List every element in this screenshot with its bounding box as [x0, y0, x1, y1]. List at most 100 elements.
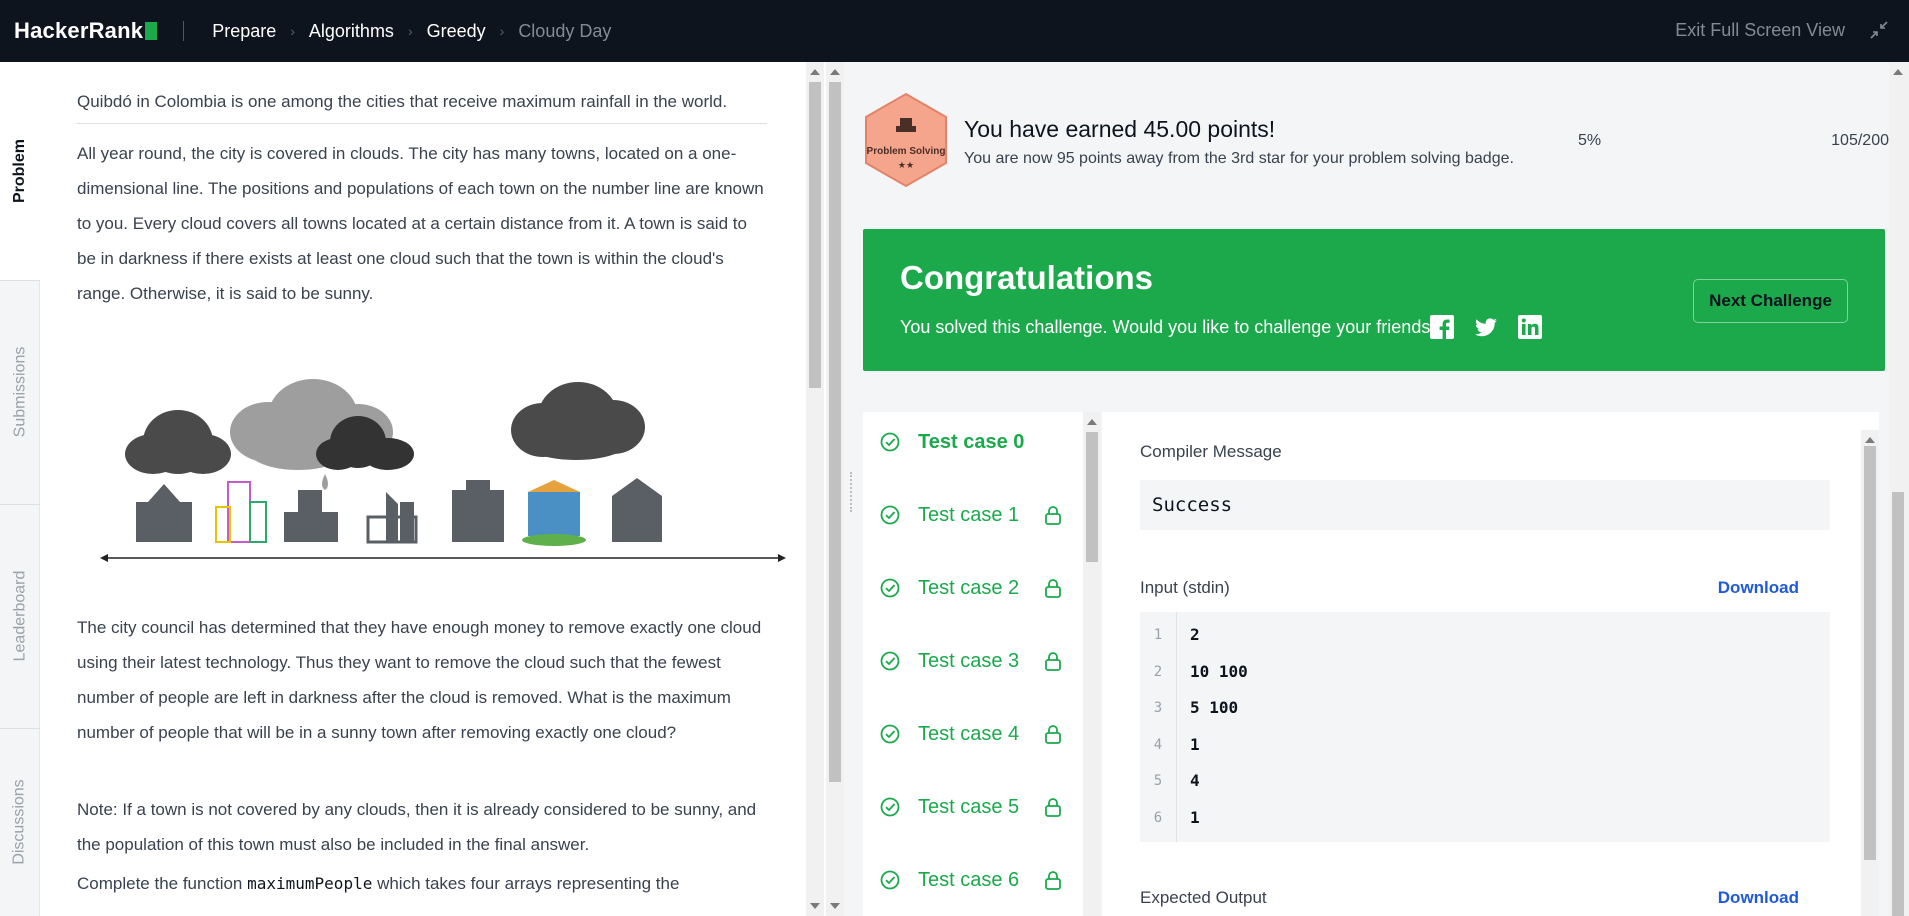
- line-value: 5 100: [1190, 698, 1239, 717]
- download-expected-link[interactable]: Download: [1718, 888, 1799, 908]
- check-circle-icon: [880, 797, 900, 817]
- detail-scrollbar[interactable]: [1861, 430, 1879, 916]
- test-case-item[interactable]: Test case 2: [863, 558, 1063, 618]
- drag-handle-icon[interactable]: [850, 472, 854, 512]
- congratulations-banner: Congratulations You solved this challeng…: [863, 229, 1885, 371]
- scrollbar-thumb[interactable]: [809, 82, 821, 388]
- check-circle-icon: [880, 578, 900, 598]
- line-value: 10 100: [1190, 661, 1248, 681]
- breadcrumb-algorithms[interactable]: Algorithms: [309, 21, 394, 42]
- splitter-scrollbar[interactable]: [826, 62, 844, 916]
- page-scrollbar[interactable]: [1889, 62, 1909, 916]
- scrollbar-thumb[interactable]: [1892, 492, 1904, 916]
- scrollbar-thumb[interactable]: [829, 82, 841, 782]
- test-case-item[interactable]: Test case 6: [863, 850, 1063, 910]
- test-case-item[interactable]: Test case 1: [863, 485, 1063, 545]
- problem-scrollbar[interactable]: [806, 62, 824, 916]
- line-number: 4: [1153, 736, 1163, 753]
- tab-submissions[interactable]: Submissions: [0, 280, 40, 504]
- collapse-icon[interactable]: [1869, 20, 1889, 40]
- breadcrumb-current: Cloudy Day: [518, 20, 612, 41]
- cloud-icon: [511, 382, 645, 460]
- check-circle-icon: [880, 724, 900, 744]
- tab-discussions[interactable]: Discussions: [0, 728, 40, 916]
- scrollbar-thumb[interactable]: [1864, 446, 1876, 860]
- line-value: 1: [1190, 734, 1200, 754]
- chevron-right-icon: ›: [407, 23, 413, 39]
- function-name: maximumPeople: [247, 874, 373, 893]
- test-case-label: Test case 5: [918, 795, 1020, 818]
- logo-block-icon: [145, 22, 158, 40]
- congratulations-title: Congratulations: [900, 259, 1153, 296]
- building-icon: [612, 478, 662, 542]
- test-case-label: Test case 2: [918, 576, 1020, 599]
- facebook-icon[interactable]: [1430, 315, 1454, 339]
- scroll-up-icon[interactable]: [830, 69, 840, 75]
- building-icon: [452, 480, 504, 542]
- input-label: Input (stdin): [1140, 578, 1230, 597]
- cloud-town-illustration: [100, 379, 786, 562]
- check-circle-icon: [880, 505, 900, 525]
- code-line: 54: [1140, 766, 1830, 796]
- building-icon: [136, 484, 192, 542]
- lock-icon: [1045, 506, 1061, 525]
- breadcrumb-prepare[interactable]: Prepare: [212, 21, 276, 42]
- download-input-link[interactable]: Download: [1718, 578, 1799, 598]
- divider: [183, 21, 185, 41]
- test-case-item[interactable]: Test case 3: [863, 631, 1063, 691]
- tab-leaderboard[interactable]: Leaderboard: [0, 504, 40, 728]
- linkedin-icon[interactable]: [1518, 315, 1542, 339]
- lock-icon: [1045, 652, 1061, 671]
- chevron-right-icon: ›: [499, 23, 505, 39]
- scroll-up-icon[interactable]: [1087, 419, 1097, 425]
- scroll-up-icon[interactable]: [1865, 437, 1875, 443]
- compiler-message-label: Compiler Message: [1140, 442, 1282, 461]
- tab-problem[interactable]: Problem: [0, 62, 40, 280]
- building-icon: [366, 492, 418, 544]
- lock-icon: [1045, 871, 1061, 890]
- twitter-icon[interactable]: [1474, 315, 1498, 339]
- pane-splitter[interactable]: [826, 62, 862, 916]
- raindrop-icon: [322, 474, 328, 490]
- line-value: 2: [1190, 625, 1200, 644]
- test-case-detail: Compiler Message Success Input (stdin) D…: [1102, 412, 1879, 916]
- problem-paragraph: Complete the function maximumPeople whic…: [77, 874, 680, 893]
- breadcrumb-greedy[interactable]: Greedy: [427, 21, 486, 42]
- compiler-message-value: Success: [1140, 480, 1830, 530]
- problem-paragraph: The city council has determined that the…: [77, 618, 762, 742]
- chevron-right-icon: ›: [290, 23, 295, 39]
- scroll-down-icon[interactable]: [810, 903, 820, 909]
- progress-percent: 5%: [1578, 132, 1602, 149]
- earned-points-title: You have earned 45.00 points!: [964, 116, 1276, 142]
- line-value: 4: [1190, 771, 1200, 790]
- scroll-up-icon[interactable]: [810, 69, 820, 75]
- progress-points: 105/200: [1831, 132, 1889, 149]
- breadcrumb: Prepare › Algorithms › Greedy › Cloudy D…: [212, 21, 611, 42]
- top-bar: HackerRank Prepare › Algorithms › Greedy…: [0, 0, 1909, 62]
- scroll-down-icon[interactable]: [830, 903, 840, 909]
- test-case-item[interactable]: Test case 5: [863, 777, 1063, 837]
- exit-fullscreen-link[interactable]: Exit Full Screen View: [1675, 20, 1845, 41]
- problem-note: Note: If a town is not covered by any cl…: [77, 800, 757, 854]
- test-case-label: Test case 1: [918, 503, 1020, 526]
- scrollbar-thumb[interactable]: [1086, 432, 1098, 562]
- scroll-up-icon[interactable]: [1893, 69, 1903, 75]
- line-number: 5: [1153, 773, 1163, 789]
- test-case-item[interactable]: Test case 4: [863, 704, 1063, 764]
- line-number: 2: [1153, 663, 1163, 680]
- problem-solving-badge: Problem Solving ★★: [865, 92, 947, 188]
- next-challenge-button[interactable]: Next Challenge: [1693, 279, 1848, 323]
- check-circle-icon: [880, 651, 900, 671]
- test-list-scrollbar[interactable]: [1083, 412, 1101, 916]
- problem-intro: Quibdó in Colombia is one among the citi…: [77, 84, 767, 124]
- test-case-label: Test case 3: [918, 649, 1020, 672]
- line-number: 3: [1153, 700, 1163, 716]
- input-code-block: 1 2 2 10 100 3 5 100 4 1 5 4 6 1: [1140, 612, 1830, 842]
- line-number: 6: [1153, 809, 1163, 826]
- hackerrank-logo[interactable]: HackerRank: [14, 18, 158, 44]
- problem-paragraph: All year round, the city is covered in c…: [77, 144, 764, 303]
- test-case-item[interactable]: Test case 0: [863, 412, 1063, 472]
- code-line: 2 10 100: [1140, 657, 1830, 687]
- lock-icon: [1045, 725, 1061, 744]
- code-line: 41: [1140, 730, 1830, 760]
